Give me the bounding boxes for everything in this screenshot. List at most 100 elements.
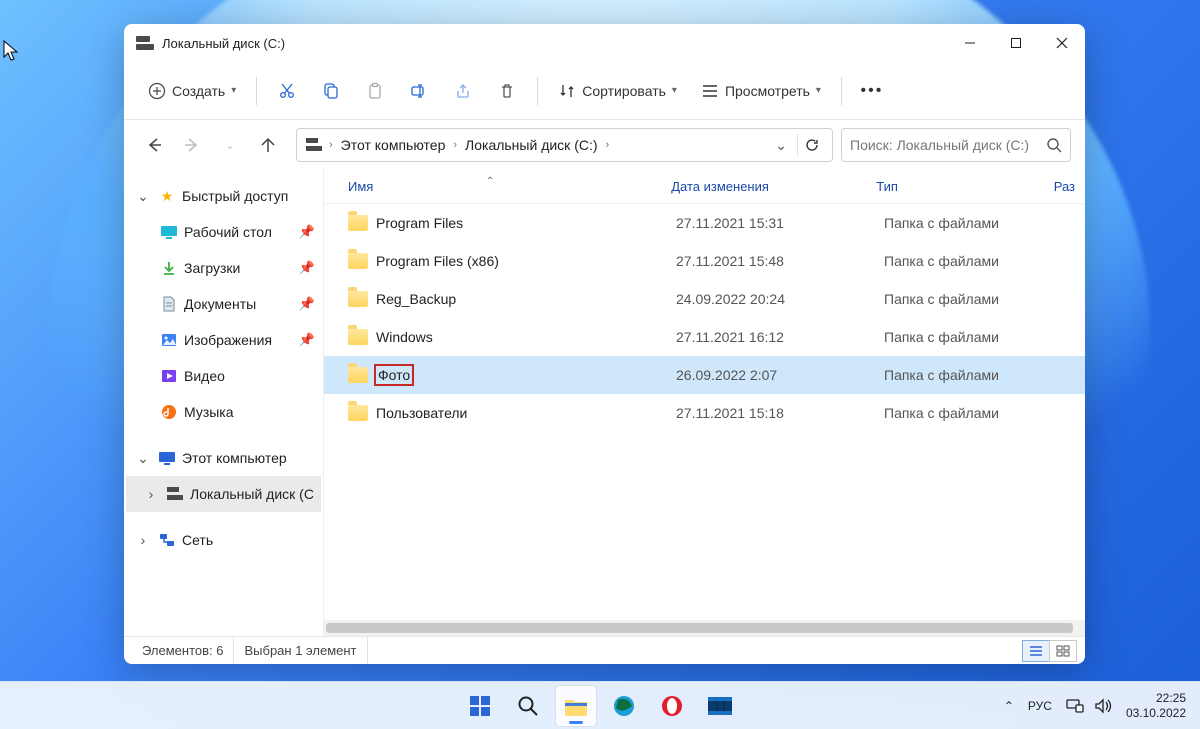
thumbnails-view-button[interactable]	[1049, 640, 1077, 662]
opera-icon	[660, 694, 684, 718]
chevron-down-icon: ▾	[231, 85, 236, 96]
more-button[interactable]: •••	[852, 73, 892, 109]
column-header-type[interactable]: Тип	[876, 179, 1053, 194]
chevron-right-icon[interactable]: ›	[602, 139, 614, 151]
sidebar-item-label: Видео	[184, 368, 225, 384]
drive-icon	[166, 485, 184, 503]
network-icon	[1066, 699, 1084, 713]
sidebar-item-quick-access[interactable]: ⌄ ★ Быстрый доступ	[126, 178, 321, 214]
video-icon	[160, 367, 178, 385]
desktop-icon	[160, 223, 178, 241]
sidebar-item-documents[interactable]: Документы 📌	[126, 286, 321, 322]
details-view-button[interactable]	[1022, 640, 1050, 662]
table-row[interactable]: Reg_Backup 24.09.2022 20:24 Папка с файл…	[324, 280, 1085, 318]
sidebar-item-drive-c[interactable]: › Локальный диск (C	[126, 476, 321, 512]
up-button[interactable]	[252, 129, 284, 161]
sidebar-item-pictures[interactable]: Изображения 📌	[126, 322, 321, 358]
column-header-date[interactable]: Дата изменения	[671, 179, 876, 194]
separator	[841, 77, 842, 105]
view-button-label: Просмотреть	[725, 83, 810, 99]
copy-button[interactable]	[311, 73, 351, 109]
close-button[interactable]	[1039, 24, 1085, 62]
column-header-size[interactable]: Раз	[1054, 179, 1085, 194]
picture-icon	[160, 331, 178, 349]
search-button[interactable]	[508, 686, 548, 726]
sidebar-item-label: Загрузки	[184, 260, 240, 276]
start-button[interactable]	[460, 686, 500, 726]
sidebar-item-music[interactable]: Музыка	[126, 394, 321, 430]
delete-button[interactable]	[487, 73, 527, 109]
search-icon	[517, 695, 539, 717]
status-bar: Элементов: 6 Выбран 1 элемент	[124, 636, 1085, 664]
chevron-right-icon[interactable]: ›	[325, 139, 337, 151]
sidebar-item-this-pc[interactable]: ⌄ Этот компьютер	[126, 440, 321, 476]
rename-button[interactable]	[399, 73, 439, 109]
folder-icon	[348, 253, 368, 269]
paste-icon	[366, 82, 384, 100]
network-volume-group[interactable]	[1066, 698, 1112, 714]
chevron-down-icon[interactable]: ⌄	[134, 449, 152, 467]
app-taskbar-icon[interactable]	[700, 686, 740, 726]
plus-circle-icon	[148, 82, 166, 100]
explorer-icon	[563, 695, 589, 717]
clock-time: 22:25	[1126, 691, 1186, 705]
refresh-button[interactable]	[797, 134, 826, 156]
table-row[interactable]: Пользователи 27.11.2021 15:18 Папка с фа…	[324, 394, 1085, 432]
drive-icon	[305, 136, 323, 154]
separator	[537, 77, 538, 105]
recent-button[interactable]: ⌄	[214, 129, 246, 161]
sort-icon	[558, 82, 576, 100]
sidebar-item-downloads[interactable]: Загрузки 📌	[126, 250, 321, 286]
sidebar-item-label: Локальный диск (C	[190, 486, 314, 502]
chevron-down-icon: ⌄	[225, 139, 234, 152]
chevron-down-icon[interactable]: ⌄	[134, 187, 152, 205]
arrow-right-icon	[183, 136, 201, 154]
refresh-icon	[804, 137, 820, 153]
sidebar-item-videos[interactable]: Видео	[126, 358, 321, 394]
address-bar[interactable]: › Этот компьютер › Локальный диск (C:) ›…	[296, 128, 833, 162]
sidebar-item-network[interactable]: › Сеть	[126, 522, 321, 558]
document-icon	[160, 295, 178, 313]
sidebar-item-desktop[interactable]: Рабочий стол 📌	[126, 214, 321, 250]
table-row[interactable]: Windows 27.11.2021 16:12 Папка с файлами	[324, 318, 1085, 356]
address-history-dropdown[interactable]: ⌄	[769, 137, 793, 154]
tray-overflow-button[interactable]: ⌃	[1004, 699, 1014, 713]
search-input[interactable]: Поиск: Локальный диск (C:)	[841, 128, 1071, 162]
scrollbar-thumb[interactable]	[326, 623, 1073, 633]
breadcrumb-segment[interactable]: Этот компьютер	[337, 137, 450, 153]
sidebar-item-label: Рабочий стол	[184, 224, 272, 240]
share-button[interactable]	[443, 73, 483, 109]
table-row[interactable]: Program Files (x86) 27.11.2021 15:48 Пап…	[324, 242, 1085, 280]
language-indicator[interactable]: РУС	[1028, 699, 1052, 713]
new-button-label: Создать	[172, 83, 225, 99]
chevron-right-icon[interactable]: ›	[449, 139, 461, 151]
breadcrumb-segment[interactable]: Локальный диск (C:)	[461, 137, 602, 153]
horizontal-scrollbar[interactable]	[324, 620, 1085, 636]
table-row[interactable]: Фото 26.09.2022 2:07 Папка с файлами	[324, 356, 1085, 394]
back-button[interactable]	[138, 129, 170, 161]
chevron-down-icon: ▾	[672, 85, 677, 96]
forward-button[interactable]	[176, 129, 208, 161]
chevron-right-icon[interactable]: ›	[134, 531, 152, 549]
edge-taskbar-icon[interactable]	[604, 686, 644, 726]
opera-taskbar-icon[interactable]	[652, 686, 692, 726]
sort-button[interactable]: Сортировать ▾	[548, 73, 687, 109]
sidebar-item-label: Музыка	[184, 404, 234, 420]
clock[interactable]: 22:25 03.10.2022	[1126, 691, 1186, 720]
taskbar: ⌃ РУС 22:25 03.10.2022	[0, 681, 1200, 729]
view-button[interactable]: Просмотреть ▾	[691, 73, 831, 109]
table-row[interactable]: Program Files 27.11.2021 15:31 Папка с ф…	[324, 204, 1085, 242]
paste-button[interactable]	[355, 73, 395, 109]
chevron-right-icon[interactable]: ›	[142, 485, 160, 503]
explorer-taskbar-icon[interactable]	[556, 686, 596, 726]
minimize-button[interactable]	[947, 24, 993, 62]
sidebar-item-label: Быстрый доступ	[182, 188, 288, 204]
drive-icon	[136, 36, 154, 50]
maximize-button[interactable]	[993, 24, 1039, 62]
column-header-name[interactable]: Имя ⌃	[348, 179, 671, 194]
new-button[interactable]: Создать ▾	[138, 73, 246, 109]
cut-button[interactable]	[267, 73, 307, 109]
sort-ascending-icon: ⌃	[486, 176, 494, 187]
sidebar: ⌄ ★ Быстрый доступ Рабочий стол 📌 Загруз…	[124, 170, 324, 636]
titlebar[interactable]: Локальный диск (C:)	[124, 24, 1085, 62]
